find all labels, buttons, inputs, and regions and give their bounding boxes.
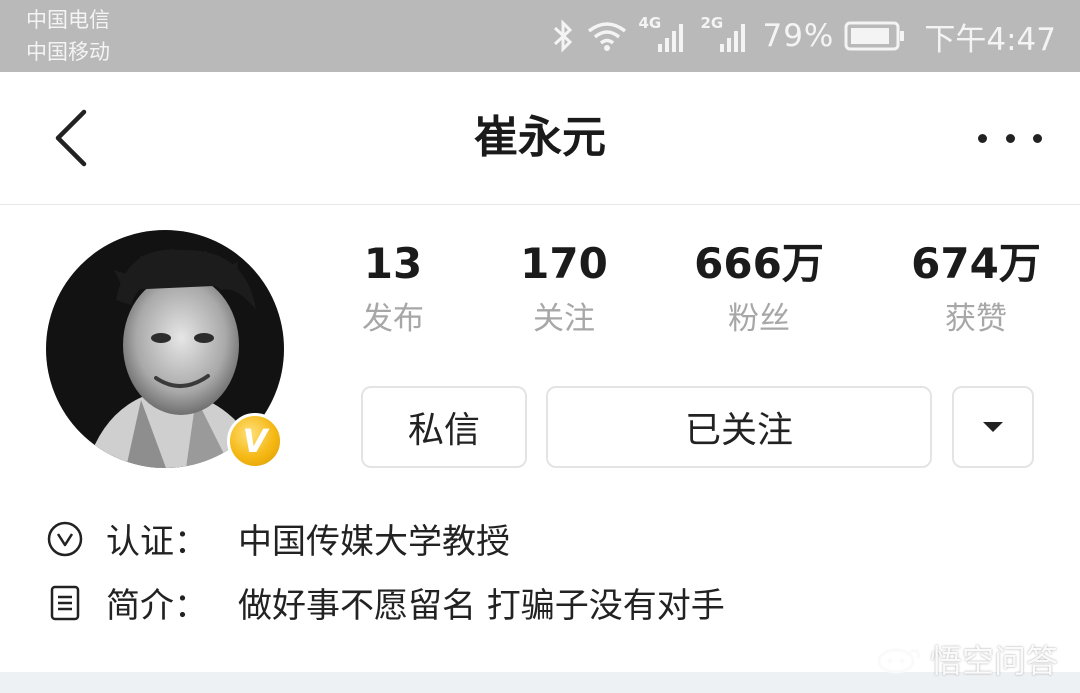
battery-icon — [844, 21, 905, 51]
signal-2g-icon: 2G — [700, 14, 752, 56]
stat-followers[interactable]: 666万 粉丝 — [679, 238, 839, 342]
followed-button[interactable]: 已关注 — [546, 386, 932, 468]
status-icons: 4G 2G 79% 下午4:47 — [550, 14, 1056, 58]
stat-value: 674万 — [911, 239, 1041, 288]
watermark-text: 悟空问答 — [929, 642, 1058, 680]
stat-value: 666万 — [694, 239, 824, 288]
bio-value: 做好事不愿留名 打骗子没有对手 — [238, 586, 725, 626]
expand-button[interactable] — [952, 386, 1034, 468]
status-bar: 中国电信 中国移动 4G 2G 79% 下午4:47 — [0, 0, 1080, 72]
caret-down-icon — [983, 422, 1003, 432]
watermark: 悟空问答 — [876, 636, 1058, 682]
document-icon — [50, 585, 80, 620]
page-title: 崔永元 — [474, 112, 606, 163]
message-button[interactable]: 私信 — [361, 386, 527, 468]
verified-badge-icon: V — [227, 413, 283, 469]
verification-label: 认证： — [106, 522, 208, 562]
more-options-button[interactable] — [978, 128, 1042, 148]
verification-value: 中国传媒大学教授 — [238, 522, 510, 562]
stat-value: 170 — [520, 239, 608, 288]
bluetooth-icon — [554, 19, 573, 53]
stat-likes[interactable]: 674万 获赞 — [896, 238, 1056, 342]
stat-posts[interactable]: 13 发布 — [313, 238, 473, 342]
bio-row: 简介： 做好事不愿留名 打骗子没有对手 — [46, 578, 725, 627]
more-dot-icon — [1005, 133, 1015, 143]
signal-4g-icon: 4G — [638, 14, 690, 56]
bio-label: 简介： — [106, 586, 208, 626]
watermark-logo-icon — [877, 648, 920, 674]
nav-bar: 崔永元 — [0, 72, 1080, 205]
stat-value: 13 — [363, 239, 423, 288]
clock: 下午4:47 — [924, 21, 1056, 58]
carrier-1: 中国电信 — [26, 8, 110, 32]
stat-following[interactable]: 170 关注 — [484, 238, 644, 342]
more-dot-icon — [978, 133, 987, 143]
wifi-icon — [588, 22, 627, 51]
stat-label: 发布 — [362, 301, 424, 337]
stat-label: 关注 — [533, 301, 595, 337]
verification-row: 认证： 中国传媒大学教授 — [46, 514, 510, 563]
more-dot-icon — [1033, 133, 1042, 143]
battery-percent: 79% — [762, 18, 835, 54]
verified-circle-icon — [47, 521, 83, 556]
carrier-2: 中国移动 — [26, 40, 110, 64]
stat-label: 粉丝 — [728, 301, 790, 337]
stat-label: 获赞 — [945, 301, 1007, 337]
